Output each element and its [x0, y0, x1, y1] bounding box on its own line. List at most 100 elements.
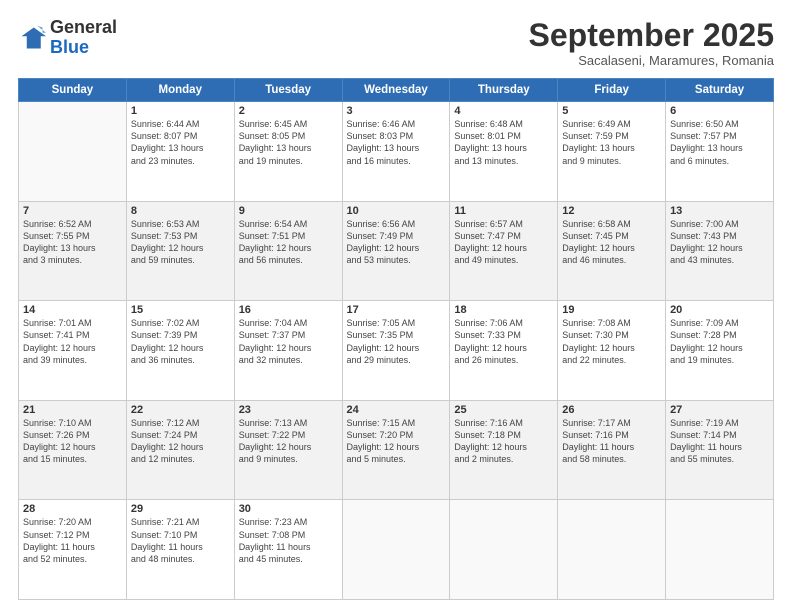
- calendar-cell: 3Sunrise: 6:46 AMSunset: 8:03 PMDaylight…: [342, 102, 450, 202]
- week-row-1: 1Sunrise: 6:44 AMSunset: 8:07 PMDaylight…: [19, 102, 774, 202]
- day-info: Sunrise: 6:45 AMSunset: 8:05 PMDaylight:…: [239, 118, 338, 167]
- calendar-cell: 25Sunrise: 7:16 AMSunset: 7:18 PMDayligh…: [450, 400, 558, 500]
- header-wednesday: Wednesday: [342, 79, 450, 102]
- calendar-cell: 8Sunrise: 6:53 AMSunset: 7:53 PMDaylight…: [126, 201, 234, 301]
- logo-blue-text: Blue: [50, 37, 89, 57]
- title-block: September 2025 Sacalaseni, Maramures, Ro…: [529, 18, 774, 68]
- calendar-cell: 28Sunrise: 7:20 AMSunset: 7:12 PMDayligh…: [19, 500, 127, 600]
- day-info: Sunrise: 7:09 AMSunset: 7:28 PMDaylight:…: [670, 317, 769, 366]
- day-number: 23: [239, 404, 338, 416]
- calendar-table: Sunday Monday Tuesday Wednesday Thursday…: [18, 78, 774, 600]
- day-info: Sunrise: 7:21 AMSunset: 7:10 PMDaylight:…: [131, 516, 230, 565]
- day-info: Sunrise: 6:57 AMSunset: 7:47 PMDaylight:…: [454, 218, 553, 267]
- calendar-cell: 27Sunrise: 7:19 AMSunset: 7:14 PMDayligh…: [666, 400, 774, 500]
- day-number: 30: [239, 503, 338, 515]
- day-number: 9: [239, 205, 338, 217]
- day-info: Sunrise: 7:20 AMSunset: 7:12 PMDaylight:…: [23, 516, 122, 565]
- calendar-cell: 14Sunrise: 7:01 AMSunset: 7:41 PMDayligh…: [19, 301, 127, 401]
- location-subtitle: Sacalaseni, Maramures, Romania: [529, 53, 774, 68]
- day-number: 11: [454, 205, 553, 217]
- day-number: 4: [454, 105, 553, 117]
- day-number: 19: [562, 304, 661, 316]
- day-number: 7: [23, 205, 122, 217]
- calendar-cell: 11Sunrise: 6:57 AMSunset: 7:47 PMDayligh…: [450, 201, 558, 301]
- day-info: Sunrise: 6:46 AMSunset: 8:03 PMDaylight:…: [347, 118, 446, 167]
- header-thursday: Thursday: [450, 79, 558, 102]
- day-number: 16: [239, 304, 338, 316]
- day-number: 13: [670, 205, 769, 217]
- calendar-cell: 5Sunrise: 6:49 AMSunset: 7:59 PMDaylight…: [558, 102, 666, 202]
- calendar-cell: 16Sunrise: 7:04 AMSunset: 7:37 PMDayligh…: [234, 301, 342, 401]
- day-number: 10: [347, 205, 446, 217]
- day-info: Sunrise: 7:10 AMSunset: 7:26 PMDaylight:…: [23, 417, 122, 466]
- day-info: Sunrise: 7:01 AMSunset: 7:41 PMDaylight:…: [23, 317, 122, 366]
- day-info: Sunrise: 7:13 AMSunset: 7:22 PMDaylight:…: [239, 417, 338, 466]
- header: General Blue September 2025 Sacalaseni, …: [18, 18, 774, 68]
- week-row-4: 21Sunrise: 7:10 AMSunset: 7:26 PMDayligh…: [19, 400, 774, 500]
- day-info: Sunrise: 7:19 AMSunset: 7:14 PMDaylight:…: [670, 417, 769, 466]
- day-number: 1: [131, 105, 230, 117]
- day-number: 15: [131, 304, 230, 316]
- day-number: 21: [23, 404, 122, 416]
- day-number: 27: [670, 404, 769, 416]
- day-info: Sunrise: 6:54 AMSunset: 7:51 PMDaylight:…: [239, 218, 338, 267]
- day-info: Sunrise: 7:05 AMSunset: 7:35 PMDaylight:…: [347, 317, 446, 366]
- calendar-cell: [19, 102, 127, 202]
- day-number: 22: [131, 404, 230, 416]
- day-info: Sunrise: 7:16 AMSunset: 7:18 PMDaylight:…: [454, 417, 553, 466]
- day-number: 24: [347, 404, 446, 416]
- day-number: 8: [131, 205, 230, 217]
- day-number: 20: [670, 304, 769, 316]
- calendar-cell: 10Sunrise: 6:56 AMSunset: 7:49 PMDayligh…: [342, 201, 450, 301]
- weekday-header-row: Sunday Monday Tuesday Wednesday Thursday…: [19, 79, 774, 102]
- day-info: Sunrise: 7:17 AMSunset: 7:16 PMDaylight:…: [562, 417, 661, 466]
- day-info: Sunrise: 6:52 AMSunset: 7:55 PMDaylight:…: [23, 218, 122, 267]
- day-number: 12: [562, 205, 661, 217]
- calendar-cell: 4Sunrise: 6:48 AMSunset: 8:01 PMDaylight…: [450, 102, 558, 202]
- calendar-cell: 29Sunrise: 7:21 AMSunset: 7:10 PMDayligh…: [126, 500, 234, 600]
- week-row-2: 7Sunrise: 6:52 AMSunset: 7:55 PMDaylight…: [19, 201, 774, 301]
- calendar-cell: 13Sunrise: 7:00 AMSunset: 7:43 PMDayligh…: [666, 201, 774, 301]
- calendar-cell: 21Sunrise: 7:10 AMSunset: 7:26 PMDayligh…: [19, 400, 127, 500]
- week-row-5: 28Sunrise: 7:20 AMSunset: 7:12 PMDayligh…: [19, 500, 774, 600]
- day-number: 18: [454, 304, 553, 316]
- calendar-cell: 30Sunrise: 7:23 AMSunset: 7:08 PMDayligh…: [234, 500, 342, 600]
- calendar-cell: 22Sunrise: 7:12 AMSunset: 7:24 PMDayligh…: [126, 400, 234, 500]
- day-info: Sunrise: 7:02 AMSunset: 7:39 PMDaylight:…: [131, 317, 230, 366]
- calendar-cell: 19Sunrise: 7:08 AMSunset: 7:30 PMDayligh…: [558, 301, 666, 401]
- day-number: 14: [23, 304, 122, 316]
- day-info: Sunrise: 6:44 AMSunset: 8:07 PMDaylight:…: [131, 118, 230, 167]
- header-saturday: Saturday: [666, 79, 774, 102]
- month-title: September 2025: [529, 18, 774, 53]
- page: General Blue September 2025 Sacalaseni, …: [0, 0, 792, 612]
- day-info: Sunrise: 6:53 AMSunset: 7:53 PMDaylight:…: [131, 218, 230, 267]
- day-info: Sunrise: 6:48 AMSunset: 8:01 PMDaylight:…: [454, 118, 553, 167]
- day-number: 29: [131, 503, 230, 515]
- calendar-cell: 18Sunrise: 7:06 AMSunset: 7:33 PMDayligh…: [450, 301, 558, 401]
- calendar-cell: 17Sunrise: 7:05 AMSunset: 7:35 PMDayligh…: [342, 301, 450, 401]
- day-info: Sunrise: 7:06 AMSunset: 7:33 PMDaylight:…: [454, 317, 553, 366]
- day-info: Sunrise: 6:56 AMSunset: 7:49 PMDaylight:…: [347, 218, 446, 267]
- calendar-cell: [450, 500, 558, 600]
- day-info: Sunrise: 6:49 AMSunset: 7:59 PMDaylight:…: [562, 118, 661, 167]
- day-info: Sunrise: 6:50 AMSunset: 7:57 PMDaylight:…: [670, 118, 769, 167]
- day-number: 5: [562, 105, 661, 117]
- logo-icon: [18, 24, 46, 52]
- calendar-cell: 26Sunrise: 7:17 AMSunset: 7:16 PMDayligh…: [558, 400, 666, 500]
- day-number: 17: [347, 304, 446, 316]
- calendar-cell: 7Sunrise: 6:52 AMSunset: 7:55 PMDaylight…: [19, 201, 127, 301]
- day-number: 26: [562, 404, 661, 416]
- calendar-cell: 12Sunrise: 6:58 AMSunset: 7:45 PMDayligh…: [558, 201, 666, 301]
- day-info: Sunrise: 7:15 AMSunset: 7:20 PMDaylight:…: [347, 417, 446, 466]
- day-info: Sunrise: 7:04 AMSunset: 7:37 PMDaylight:…: [239, 317, 338, 366]
- header-sunday: Sunday: [19, 79, 127, 102]
- calendar-cell: 23Sunrise: 7:13 AMSunset: 7:22 PMDayligh…: [234, 400, 342, 500]
- calendar-cell: [342, 500, 450, 600]
- day-number: 3: [347, 105, 446, 117]
- day-number: 28: [23, 503, 122, 515]
- day-number: 2: [239, 105, 338, 117]
- calendar-cell: 20Sunrise: 7:09 AMSunset: 7:28 PMDayligh…: [666, 301, 774, 401]
- day-info: Sunrise: 6:58 AMSunset: 7:45 PMDaylight:…: [562, 218, 661, 267]
- logo: General Blue: [18, 18, 117, 58]
- calendar-cell: 24Sunrise: 7:15 AMSunset: 7:20 PMDayligh…: [342, 400, 450, 500]
